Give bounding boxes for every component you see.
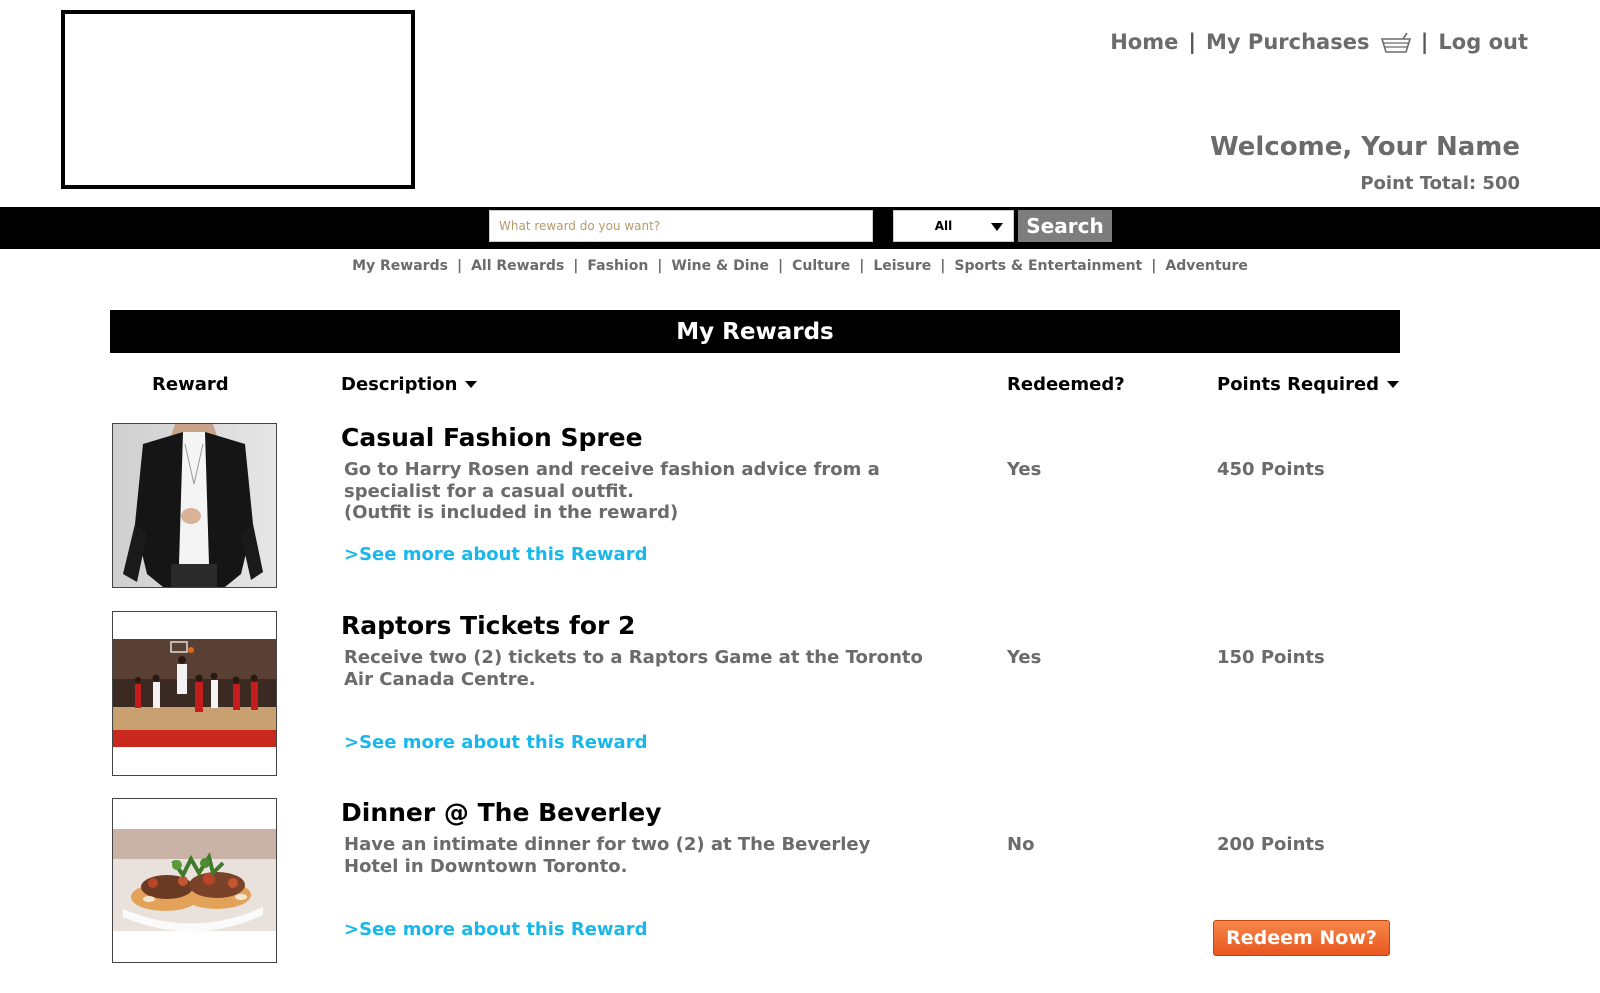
sort-down-icon [1387,381,1400,388]
category-link-leisure[interactable]: Leisure [873,258,931,274]
my-purchases-label: My Purchases [1206,30,1370,54]
fashion-photo [113,424,276,587]
logo-placeholder [61,10,415,189]
column-header-description-label: Description [341,374,458,395]
category-link-adventure[interactable]: Adventure [1165,258,1248,274]
nav-separator: | [777,258,784,274]
search-input[interactable] [489,210,873,242]
category-link-wine-dine[interactable]: Wine & Dine [671,258,769,274]
points-required: 450 Points [1217,459,1325,480]
reward-title: Raptors Tickets for 2 [341,611,636,640]
reward-title: Casual Fashion Spree [341,423,643,452]
search-bar: All Search [0,207,1600,249]
reward-image-dinner[interactable] [112,798,277,963]
category-dropdown-value: All [934,219,953,233]
my-purchases-link[interactable]: My Purchases [1206,30,1411,54]
nav-separator: | [1151,258,1157,274]
nav-separator: | [1420,30,1429,54]
top-nav: Home | My Purchases | Log out [1110,30,1528,54]
category-dropdown[interactable]: All [893,210,1014,242]
search-button[interactable]: Search [1018,210,1112,242]
chevron-down-icon [991,223,1003,231]
section-title: My Rewards [110,310,1400,353]
category-link-sports-entertainment[interactable]: Sports & Entertainment [954,258,1142,274]
home-link[interactable]: Home [1110,30,1178,54]
nav-separator: | [657,258,663,274]
reward-image-basketball[interactable] [112,611,277,776]
category-link-culture[interactable]: Culture [792,258,850,274]
reward-row: Raptors Tickets for 2 Receive two (2) ti… [0,611,1600,781]
column-header-redeemed-label: Redeemed? [1007,374,1125,395]
sort-down-icon [465,381,478,388]
nav-separator: | [940,258,946,274]
category-nav: My Rewards | All Rewards | Fashion | Wine & Di… [0,258,1600,274]
category-link-my-rewards[interactable]: My Rewards [352,258,448,274]
column-header-description[interactable]: Description [341,374,478,395]
reward-description: Have an intimate dinner for two (2) at T… [344,834,871,877]
nav-separator: | [1188,30,1197,54]
see-more-link[interactable]: >See more about this Reward [344,544,647,565]
redeemed-status: Yes [1007,459,1042,480]
reward-image-fashion[interactable] [112,423,277,588]
reward-title: Dinner @ The Beverley [341,798,662,827]
redeemed-status: Yes [1007,647,1042,668]
points-required: 200 Points [1217,834,1325,855]
reward-description: Go to Harry Rosen and receive fashion ad… [344,459,880,523]
column-header-points-label: Points Required [1217,374,1380,395]
welcome-message: Welcome, Your Name [1210,132,1520,162]
column-header-points[interactable]: Points Required [1217,374,1400,395]
see-more-link[interactable]: >See more about this Reward [344,732,647,753]
basketball-photo [113,612,276,775]
category-link-all-rewards[interactable]: All Rewards [471,258,564,274]
dinner-photo [113,799,276,962]
reward-row: Dinner @ The Beverley Have an intimate d… [0,798,1600,968]
column-header-redeemed: Redeemed? [1007,374,1125,395]
points-required: 150 Points [1217,647,1325,668]
see-more-link[interactable]: >See more about this Reward [344,919,647,940]
nav-separator: | [456,258,463,274]
basket-icon [1380,32,1411,53]
nav-separator: | [573,258,579,274]
logout-link[interactable]: Log out [1438,30,1528,54]
nav-separator: | [859,258,865,274]
redeem-now-button[interactable]: Redeem Now? [1213,920,1390,956]
column-header-reward: Reward [152,374,229,395]
reward-row: Casual Fashion Spree Go to Harry Rosen a… [0,423,1600,593]
redeemed-status: No [1007,834,1035,855]
column-header-reward-label: Reward [152,374,229,395]
category-link-fashion[interactable]: Fashion [587,258,648,274]
reward-description: Receive two (2) tickets to a Raptors Gam… [344,647,923,690]
point-total: Point Total: 500 [1360,173,1520,194]
